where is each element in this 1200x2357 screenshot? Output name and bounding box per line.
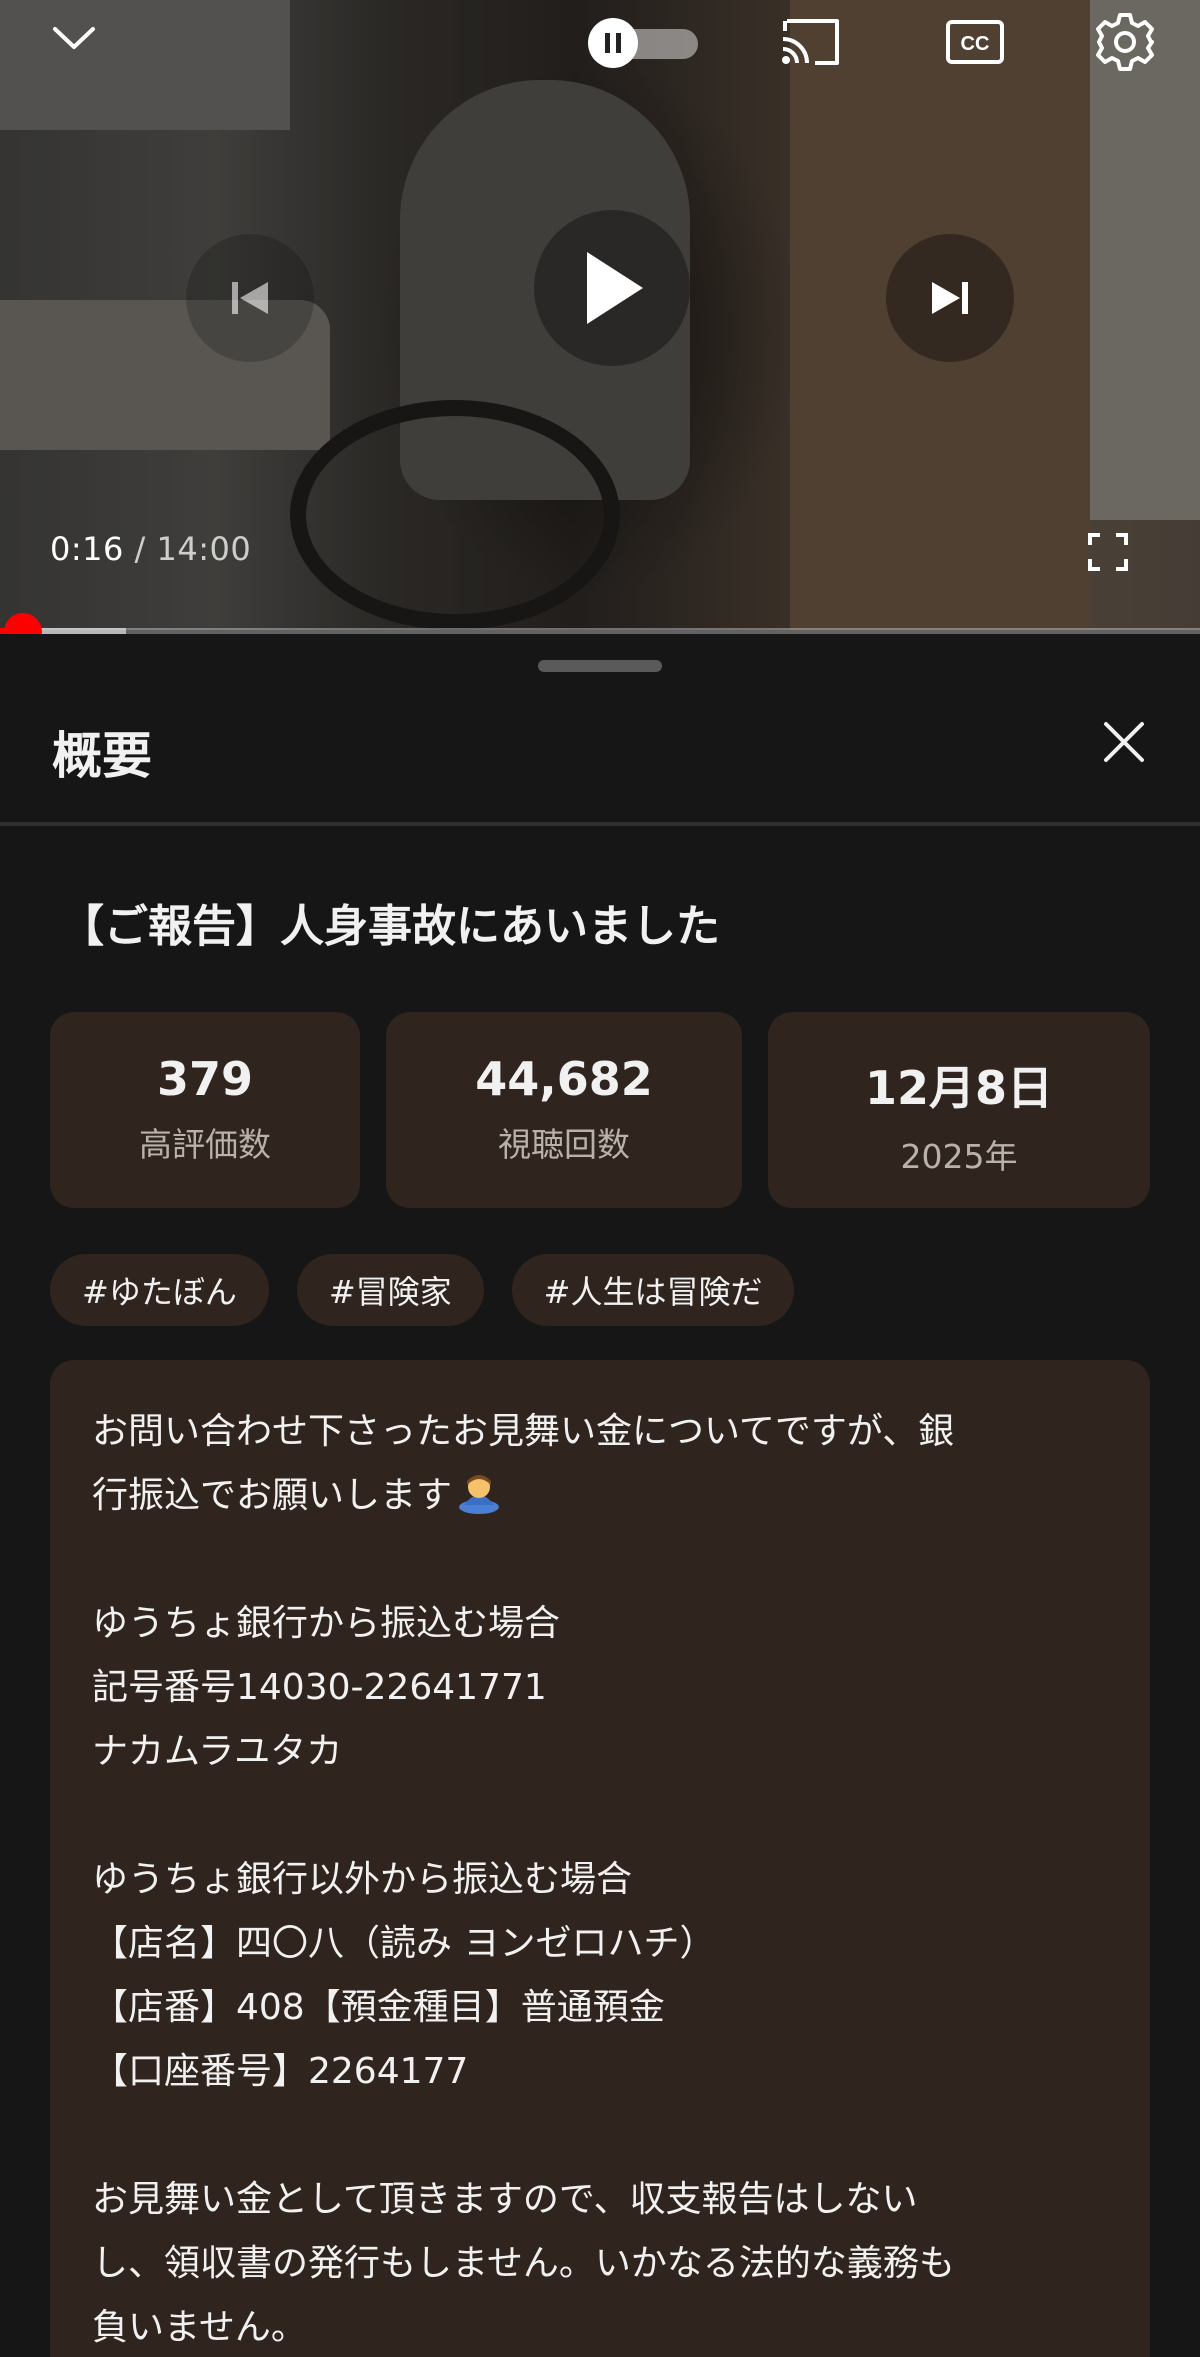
description-line: 【店名】四〇八（読み ヨンゼロハチ） [92,1923,716,1964]
hashtag-chip[interactable]: #冒険家 [296,1254,484,1326]
upload-date-stat: 12月8日 2025年 [768,1012,1150,1208]
next-icon [932,282,968,314]
views-label: 視聴回数 [498,1125,630,1164]
description-line: 【口座番号】2264177 [92,2051,469,2092]
upload-date: 12月8日 [864,1061,1054,1115]
description-line: ゆうちょ銀行以外から振込む場合 [92,1859,633,1900]
autoplay-toggle[interactable] [588,18,700,68]
description-line: お問い合わせ下さったお見舞い金についてですが、銀 [92,1411,955,1452]
hashtag-chip[interactable]: #ゆたぼん [50,1254,269,1326]
description-box: お問い合わせ下さったお見舞い金についてですが、銀 行振込でお願いします ゆうちょ… [50,1360,1150,2357]
description-text: 行振込でお願いします [92,1475,453,1516]
close-icon[interactable] [1094,712,1154,772]
description-line: ナカムラユタカ [92,1731,343,1772]
previous-button[interactable] [186,234,314,362]
description-sheet: 概要 【ご報告】人身事故にあいました 379 高評価数 44,682 視聴回数 … [0,634,1200,2357]
likes-count: 379 [156,1052,254,1106]
description-line: お見舞い金として頂きますので、収支報告はしない [92,2179,918,2220]
description-line: 行振込でお願いします [92,1464,1108,1528]
pause-icon [588,18,638,68]
gear-icon[interactable] [1090,10,1160,74]
hashtag-chip[interactable]: #人生は冒険だ [511,1254,795,1326]
current-time: 0:16 [50,530,124,568]
duration: 14:00 [156,530,252,568]
drag-handle[interactable] [538,660,662,672]
description-line: 【店番】408【預金種目】普通預金 [92,1987,665,2028]
description-line: 記号番号14030-22641771 [92,1667,547,1708]
svg-text:CC: CC [961,33,990,55]
description-line: し、領収書の発行もしません。いかなる法的な義務も [92,2243,955,2284]
sheet-title: 概要 [52,727,152,785]
chevron-down-icon[interactable] [50,18,98,58]
hashtag-list: #ゆたぼん #冒険家 #人生は冒険だ [50,1254,795,1326]
likes-stat: 379 高評価数 [50,1012,360,1208]
person-bowing-emoji [456,1469,502,1515]
fullscreen-icon[interactable] [1082,528,1134,576]
previous-icon [232,282,268,314]
play-icon [587,252,643,324]
play-button[interactable] [534,210,690,366]
views-count: 44,682 [475,1052,653,1106]
description-line: ゆうちょ銀行から振込む場合 [92,1603,561,1644]
playback-time: 0:16 / 14:00 [50,530,251,568]
cast-icon[interactable] [776,12,846,72]
header-divider [0,822,1200,826]
video-player[interactable]: CC 0:16 / 14:00 [0,0,1200,630]
description-line: 負いません。 [92,2307,307,2348]
closed-captions-icon[interactable]: CC [938,14,1012,70]
time-separator: / [123,530,157,568]
views-stat: 44,682 視聴回数 [386,1012,742,1208]
next-button[interactable] [886,234,1014,362]
likes-label: 高評価数 [139,1125,271,1164]
upload-year: 2025年 [900,1137,1018,1176]
video-title: 【ご報告】人身事故にあいました [60,901,720,952]
